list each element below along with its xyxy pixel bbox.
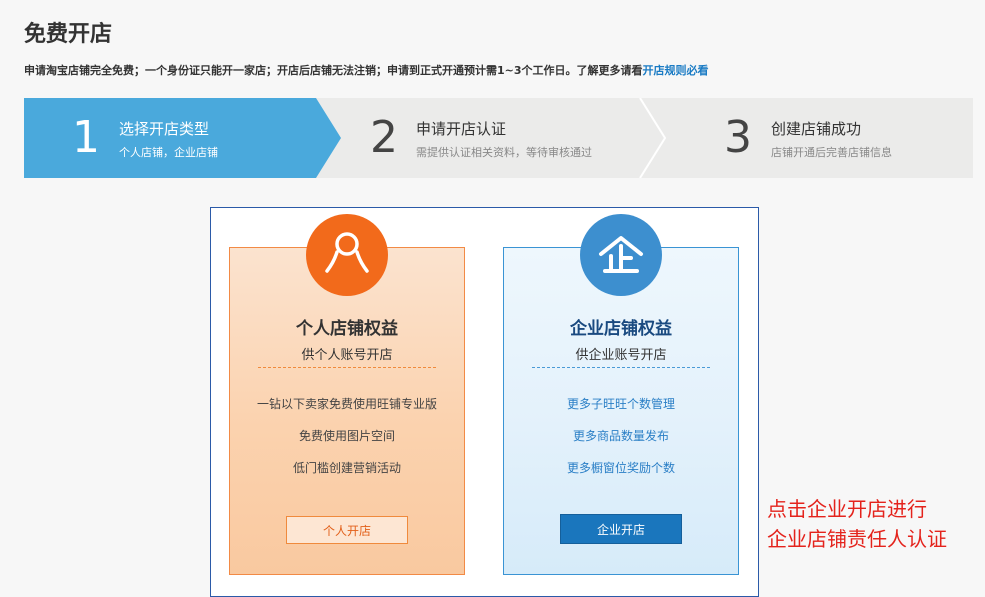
step-desc: 个人店铺，企业店铺 [119,146,218,159]
personal-feature: 免费使用图片空间 [298,429,395,443]
step-2-apply-certification: 2 申请开店认证 需提供认证相关资料，等待审核通过 [364,98,664,178]
step-number: 1 [72,112,100,163]
shop-rules-link[interactable]: 开店规则必看 [643,64,709,77]
open-shop-notice: 申请淘宝店铺完全免费；一个身份证只能开一家店；开店后店铺无法注销；申请到正式开通… [24,62,709,78]
card-divider [532,367,710,368]
page-title: 免费开店 [24,22,113,47]
annotation-line-2: 企业店铺责任人认证 [767,527,947,551]
personal-card-title: 个人店铺权益 [296,319,398,339]
step-1-select-type: 1 选择开店类型 个人店铺，企业店铺 [24,98,364,178]
person-icon [306,214,388,296]
enterprise-icon [580,214,662,296]
enterprise-feature: 更多橱窗位奖励个数 [566,461,675,475]
personal-feature: 低门槛创建营销活动 [292,461,401,475]
notice-text: 申请淘宝店铺完全免费；一个身份证只能开一家店；开店后店铺无法注销；申请到正式开通… [24,64,643,77]
card-divider [258,367,436,368]
enterprise-shop-card: 企业店铺权益 供企业账号开店 更多子旺旺个数管理 更多商品数量发布 更多橱窗位奖… [503,247,739,575]
step-title: 申请开店认证 [416,120,507,138]
enterprise-feature: 更多子旺旺个数管理 [566,397,675,411]
step-desc: 需提供认证相关资料，等待审核通过 [416,146,592,159]
step-number: 2 [370,112,398,163]
enterprise-card-title: 企业店铺权益 [570,319,672,339]
annotation-line-1: 点击企业开店进行 [767,497,927,521]
progress-steps: 1 选择开店类型 个人店铺，企业店铺 2 申请开店认证 需提供认证相关资料，等待… [24,98,973,178]
instruction-annotation: 点击企业开店进行 企业店铺责任人认证 [767,494,947,554]
personal-open-shop-button[interactable]: 个人开店 [286,516,408,544]
step-desc: 店铺开通后完善店铺信息 [771,146,892,159]
step-title: 创建店铺成功 [771,120,862,138]
personal-card-subtitle: 供个人账号开店 [301,348,393,363]
personal-shop-card: 个人店铺权益 供个人账号开店 一钻以下卖家免费使用旺铺专业版 免费使用图片空间 … [229,247,465,575]
personal-feature: 一钻以下卖家免费使用旺铺专业版 [256,397,437,411]
step-number: 3 [724,112,752,163]
enterprise-feature: 更多商品数量发布 [572,429,669,443]
step-title: 选择开店类型 [119,120,210,138]
enterprise-card-subtitle: 供企业账号开店 [575,348,667,363]
step-3-shop-created: 3 创建店铺成功 店铺开通后完善店铺信息 [664,98,973,178]
enterprise-open-shop-button[interactable]: 企业开店 [560,514,682,544]
